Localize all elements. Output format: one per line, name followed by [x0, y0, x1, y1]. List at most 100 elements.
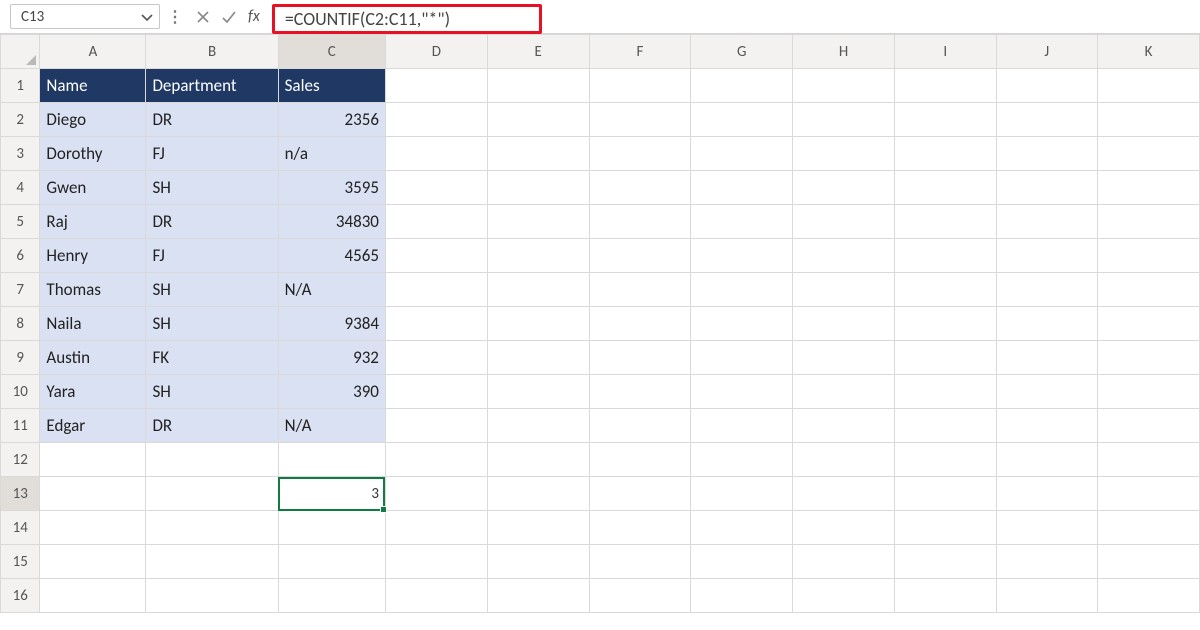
cell-G15[interactable] [691, 545, 793, 579]
column-header-C[interactable]: C [278, 35, 385, 69]
cell-G6[interactable] [691, 239, 793, 273]
formula-input[interactable]: =COUNTIF(C2:C11,"*") [272, 4, 542, 34]
row-header-15[interactable]: 15 [1, 545, 40, 579]
cell-C13[interactable]: 3 [278, 477, 385, 511]
cell-J11[interactable] [996, 409, 1098, 443]
cell-K10[interactable] [1098, 375, 1200, 409]
cell-J15[interactable] [996, 545, 1098, 579]
cell-D9[interactable] [385, 341, 487, 375]
column-header-D[interactable]: D [385, 35, 487, 69]
cell-D12[interactable] [385, 443, 487, 477]
cell-A16[interactable] [40, 579, 146, 613]
cell-A12[interactable] [40, 443, 146, 477]
cell-C5[interactable]: 34830 [278, 205, 385, 239]
cell-B11[interactable]: DR [146, 409, 278, 443]
cell-J16[interactable] [996, 579, 1098, 613]
cell-A2[interactable]: Diego [40, 103, 146, 137]
cell-G13[interactable] [691, 477, 793, 511]
row-header-6[interactable]: 6 [1, 239, 40, 273]
cell-J9[interactable] [996, 341, 1098, 375]
cell-B8[interactable]: SH [146, 307, 278, 341]
cell-G5[interactable] [691, 205, 793, 239]
cell-G11[interactable] [691, 409, 793, 443]
select-all-corner[interactable] [1, 35, 40, 69]
cell-D5[interactable] [385, 205, 487, 239]
more-options-icon[interactable]: ⋮ [166, 4, 184, 29]
cell-K8[interactable] [1098, 307, 1200, 341]
cell-J4[interactable] [996, 171, 1098, 205]
cell-F15[interactable] [589, 545, 691, 579]
cell-A13[interactable] [40, 477, 146, 511]
cell-B10[interactable]: SH [146, 375, 278, 409]
column-header-H[interactable]: H [793, 35, 895, 69]
cell-E2[interactable] [487, 103, 589, 137]
cell-A15[interactable] [40, 545, 146, 579]
cell-J1[interactable] [996, 69, 1098, 103]
cell-H10[interactable] [793, 375, 895, 409]
cell-E10[interactable] [487, 375, 589, 409]
cell-D11[interactable] [385, 409, 487, 443]
cell-D16[interactable] [385, 579, 487, 613]
cell-H8[interactable] [793, 307, 895, 341]
cell-A14[interactable] [40, 511, 146, 545]
cell-B3[interactable]: FJ [146, 137, 278, 171]
cell-F16[interactable] [589, 579, 691, 613]
cell-J14[interactable] [996, 511, 1098, 545]
cell-H16[interactable] [793, 579, 895, 613]
cell-F5[interactable] [589, 205, 691, 239]
cell-E6[interactable] [487, 239, 589, 273]
cell-I4[interactable] [894, 171, 996, 205]
cell-E4[interactable] [487, 171, 589, 205]
cell-F13[interactable] [589, 477, 691, 511]
row-header-10[interactable]: 10 [1, 375, 40, 409]
cell-B2[interactable]: DR [146, 103, 278, 137]
cell-K1[interactable] [1098, 69, 1200, 103]
cell-K15[interactable] [1098, 545, 1200, 579]
cell-E5[interactable] [487, 205, 589, 239]
cell-G3[interactable] [691, 137, 793, 171]
cell-K2[interactable] [1098, 103, 1200, 137]
cell-B1[interactable]: Department [146, 69, 278, 103]
cell-D10[interactable] [385, 375, 487, 409]
cell-K14[interactable] [1098, 511, 1200, 545]
cancel-formula-button[interactable] [190, 4, 216, 29]
cell-F7[interactable] [589, 273, 691, 307]
cell-E11[interactable] [487, 409, 589, 443]
cell-E15[interactable] [487, 545, 589, 579]
row-header-12[interactable]: 12 [1, 443, 40, 477]
cell-A11[interactable]: Edgar [40, 409, 146, 443]
column-header-E[interactable]: E [487, 35, 589, 69]
cell-F1[interactable] [589, 69, 691, 103]
cell-C1[interactable]: Sales [278, 69, 385, 103]
cell-G12[interactable] [691, 443, 793, 477]
cell-H13[interactable] [793, 477, 895, 511]
column-header-K[interactable]: K [1098, 35, 1200, 69]
row-header-16[interactable]: 16 [1, 579, 40, 613]
cell-I11[interactable] [894, 409, 996, 443]
name-box[interactable]: C13 [10, 4, 160, 29]
row-header-11[interactable]: 11 [1, 409, 40, 443]
cell-K5[interactable] [1098, 205, 1200, 239]
cell-H3[interactable] [793, 137, 895, 171]
cell-J7[interactable] [996, 273, 1098, 307]
cell-C3[interactable]: n/a [278, 137, 385, 171]
cell-H7[interactable] [793, 273, 895, 307]
cell-K9[interactable] [1098, 341, 1200, 375]
cell-I5[interactable] [894, 205, 996, 239]
cell-I9[interactable] [894, 341, 996, 375]
row-header-8[interactable]: 8 [1, 307, 40, 341]
row-header-14[interactable]: 14 [1, 511, 40, 545]
accept-formula-button[interactable] [216, 4, 242, 29]
cell-K13[interactable] [1098, 477, 1200, 511]
cell-F14[interactable] [589, 511, 691, 545]
cell-H2[interactable] [793, 103, 895, 137]
cell-K4[interactable] [1098, 171, 1200, 205]
cell-F4[interactable] [589, 171, 691, 205]
cell-H6[interactable] [793, 239, 895, 273]
cell-B6[interactable]: FJ [146, 239, 278, 273]
row-header-4[interactable]: 4 [1, 171, 40, 205]
row-header-7[interactable]: 7 [1, 273, 40, 307]
cell-I6[interactable] [894, 239, 996, 273]
cell-K7[interactable] [1098, 273, 1200, 307]
cell-D15[interactable] [385, 545, 487, 579]
